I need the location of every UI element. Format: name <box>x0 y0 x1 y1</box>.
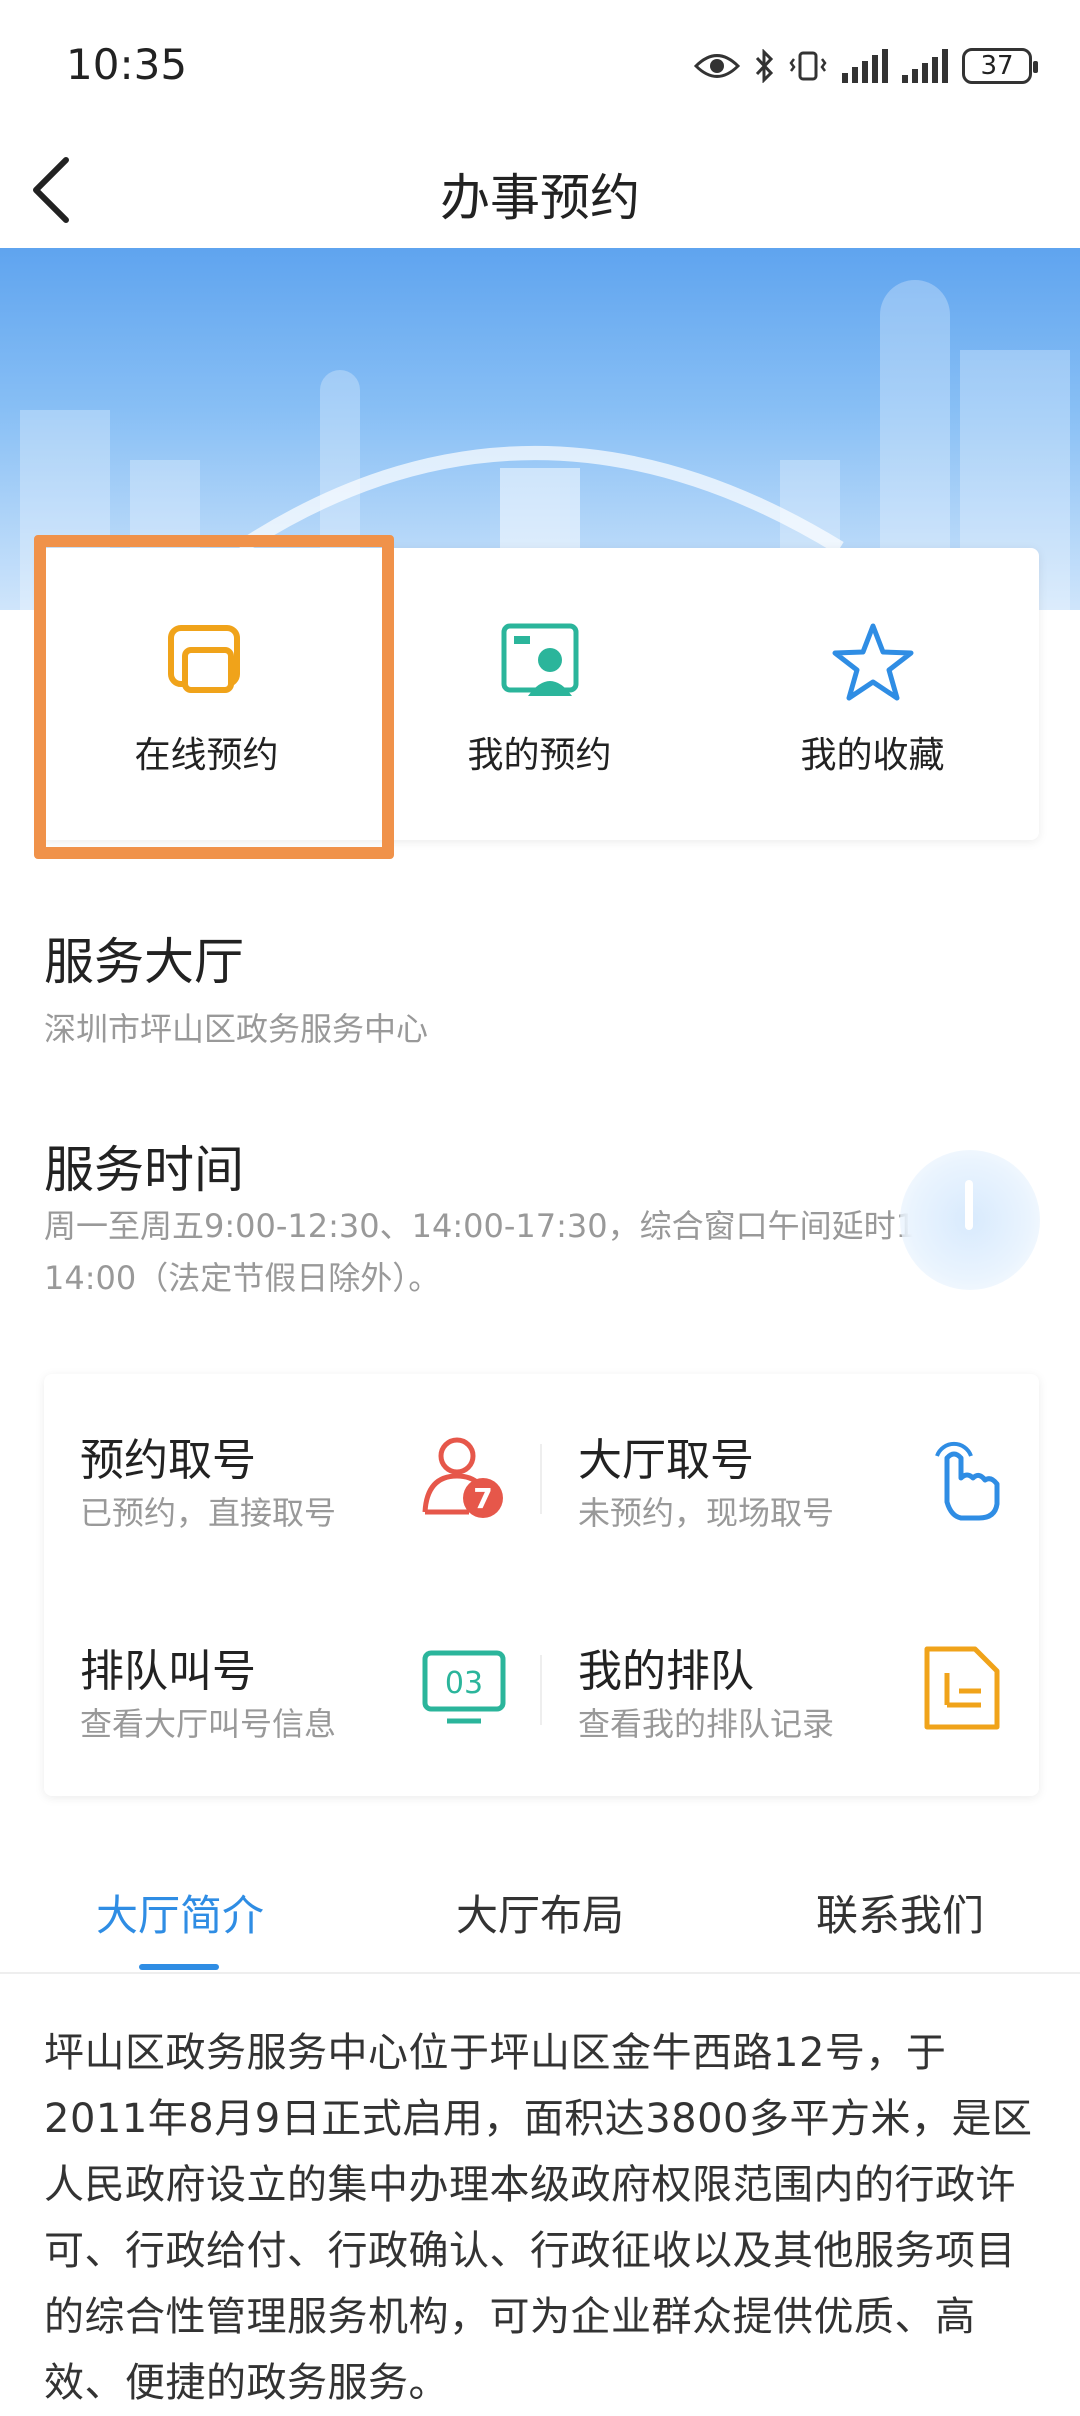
queue-call-sub: 查看大厅叫号信息 <box>80 1705 337 1743</box>
eye-icon <box>694 54 740 78</box>
queue-card: 预约取号 已预约，直接取号 7 大厅取号 未预约，现场取号 排队叫号 查看大厅叫… <box>44 1374 1039 1796</box>
status-bar: 10:35 37 <box>0 0 1080 130</box>
status-time: 10:35 <box>66 40 188 89</box>
hours-title: 服务时间 <box>44 1141 244 1199</box>
signal-icon <box>842 49 888 83</box>
signal-icon-2 <box>902 49 948 83</box>
document-icon <box>924 1646 1000 1730</box>
hall-name: 深圳市坪山区政务服务中心 <box>44 1010 429 1048</box>
my-booking-button[interactable]: 我的预约 <box>373 548 706 840</box>
nav-bar: 办事预约 <box>0 130 1080 248</box>
my-queue-sub: 查看我的排队记录 <box>578 1705 835 1743</box>
highlight-annotation-box <box>34 535 394 859</box>
tab-contact-us[interactable]: 联系我们 <box>720 1882 1080 1943</box>
booking-ticket-sub: 已预约，直接取号 <box>80 1494 337 1532</box>
my-favorites-button[interactable]: 我的收藏 <box>706 548 1039 840</box>
queue-call-title: 排队叫号 <box>80 1646 256 1697</box>
my-queue-title: 我的排队 <box>578 1646 754 1697</box>
my-booking-label: 我的预约 <box>467 735 612 776</box>
battery-icon: 37 <box>962 48 1038 84</box>
tab-bar: 大厅简介 大厅布局 联系我们 <box>0 1862 1080 1974</box>
status-icons: 37 <box>694 44 1038 88</box>
star-icon <box>832 623 913 701</box>
my-booking-icon <box>501 623 578 696</box>
hall-intro-text: 坪山区政务服务中心位于坪山区金牛西路12号，于2011年8月9日正式启用，面积达… <box>44 2030 1033 2406</box>
hall-ticket-title: 大厅取号 <box>578 1435 754 1486</box>
my-queue-button[interactable]: 我的排队 查看我的排队记录 <box>542 1585 1039 1796</box>
tab-active-indicator <box>139 1964 219 1970</box>
person-seven-icon: 7 <box>422 1437 503 1518</box>
tab-hall-intro[interactable]: 大厅简介 <box>0 1882 360 1943</box>
floating-action-button[interactable] <box>900 1150 1040 1290</box>
queue-call-button[interactable]: 排队叫号 查看大厅叫号信息 03 <box>44 1585 541 1796</box>
tab-hall-layout[interactable]: 大厅布局 <box>360 1882 720 1943</box>
hall-title: 服务大厅 <box>44 933 244 991</box>
booking-ticket-button[interactable]: 预约取号 已预约，直接取号 7 <box>44 1374 541 1585</box>
page-title: 办事预约 <box>440 169 640 227</box>
hall-ticket-sub: 未预约，现场取号 <box>578 1494 835 1532</box>
my-favorites-label: 我的收藏 <box>800 735 945 776</box>
bridge-illustration <box>236 446 844 558</box>
monitor-number-text: 03 <box>445 1666 483 1701</box>
bluetooth-icon <box>755 49 774 83</box>
vibrate-icon <box>789 51 827 81</box>
person-seven-number: 7 <box>473 1482 492 1515</box>
booking-ticket-title: 预约取号 <box>80 1435 256 1486</box>
tap-hand-icon <box>935 1441 1000 1521</box>
hall-ticket-button[interactable]: 大厅取号 未预约，现场取号 <box>542 1374 1039 1585</box>
monitor-number-icon: 03 <box>422 1650 506 1724</box>
